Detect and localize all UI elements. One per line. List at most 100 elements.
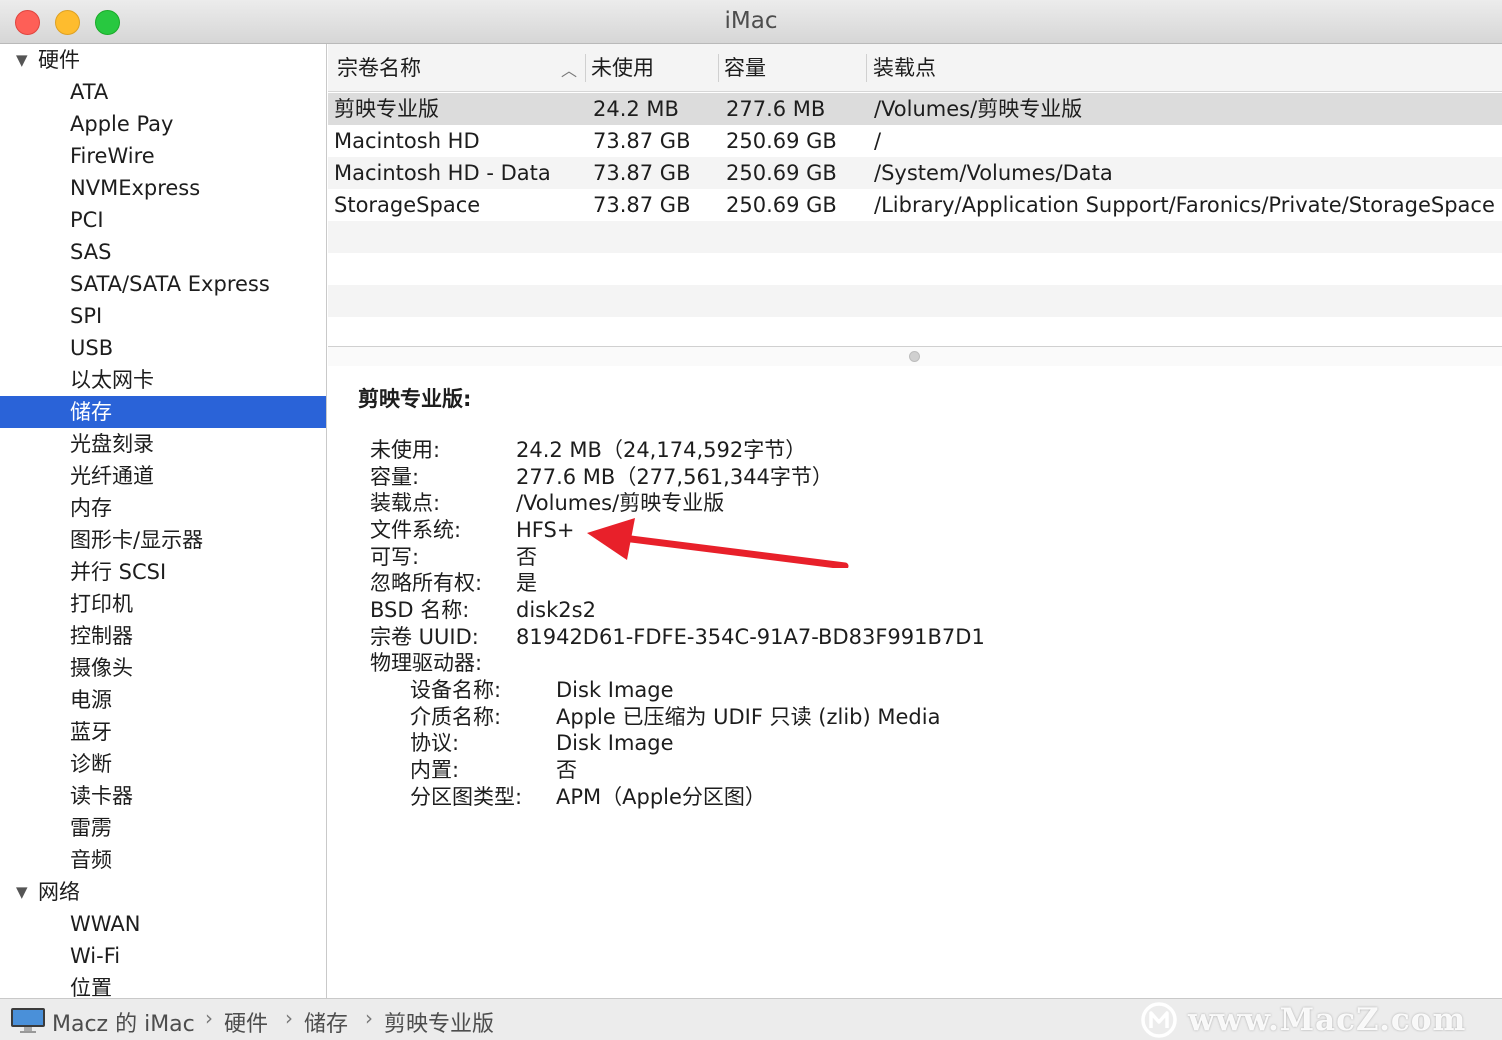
field-value-free: 24.2 MB（24,174,592字节） (516, 438, 807, 462)
cell-volume-name: StorageSpace (334, 193, 481, 217)
cell-mount-point: / (874, 129, 882, 153)
sidebar-item-camera[interactable]: 摄像头 (0, 652, 326, 684)
field-label: 文件系统: (370, 518, 462, 542)
sidebar-item-ethernet[interactable]: 以太网卡 (0, 364, 326, 396)
field-label: 协议: (410, 731, 460, 755)
cell-volume-name: Macintosh HD - Data (334, 161, 551, 185)
sidebar-item-controller[interactable]: 控制器 (0, 620, 326, 652)
field-value-volume-uuid: 81942D61-FDFE-354C-91A7-BD83F991B7D1 (516, 625, 985, 649)
sidebar-item-spi[interactable]: SPI (0, 300, 326, 332)
sidebar-item-ata[interactable]: ATA (0, 76, 326, 108)
field-label: 设备名称: (410, 678, 502, 702)
table-row[interactable]: Macintosh HD 73.87 GB 250.69 GB / (328, 125, 1502, 157)
path-bar: Macz 的 iMac › 硬件 › 储存 › 剪映专业版 www.MacZ.c… (0, 998, 1502, 1040)
cell-volume-name: 剪映专业版 (334, 97, 439, 121)
breadcrumb-hardware[interactable]: 硬件 (224, 1006, 268, 1038)
sidebar-group-label: 硬件 (38, 48, 80, 72)
breadcrumb-computer[interactable]: Macz 的 iMac (52, 1006, 195, 1038)
sidebar-item-diagnostics[interactable]: 诊断 (0, 748, 326, 780)
detail-title: 剪映专业版: (358, 387, 472, 411)
cell-free: 73.87 GB (593, 129, 691, 153)
table-row[interactable]: StorageSpace 73.87 GB 250.69 GB /Library… (328, 189, 1502, 221)
sidebar-item-disc-burning[interactable]: 光盘刻录 (0, 428, 326, 460)
breadcrumb-volume[interactable]: 剪映专业版 (384, 1006, 494, 1038)
sidebar-item-nvmexpress[interactable]: NVMExpress (0, 172, 326, 204)
field-value-partition-map: APM（Apple分区图） (556, 785, 766, 809)
field-label: 介质名称: (410, 705, 502, 729)
cell-mount-point: /Library/Application Support/Faronics/Pr… (874, 193, 1495, 217)
cell-capacity: 250.69 GB (726, 129, 837, 153)
sidebar-item-apple-pay[interactable]: Apple Pay (0, 108, 326, 140)
sidebar-group-label: 网络 (38, 880, 80, 904)
field-value-internal: 否 (556, 758, 577, 782)
sidebar-group-hardware[interactable]: ▼ 硬件 (0, 44, 326, 76)
cell-free: 73.87 GB (593, 193, 691, 217)
window-title: iMac (724, 8, 778, 34)
cell-mount-point: /System/Volumes/Data (874, 161, 1113, 185)
cell-mount-point: /Volumes/剪映专业版 (874, 97, 1083, 121)
disclosure-triangle-icon[interactable]: ▼ (16, 44, 28, 76)
column-header-volume-name[interactable]: 宗卷名称 (337, 44, 421, 92)
sidebar-item-sata[interactable]: SATA/SATA Express (0, 268, 326, 300)
sidebar-item-parallel-scsi[interactable]: 并行 SCSI (0, 556, 326, 588)
field-label: 装载点: (370, 491, 441, 515)
split-view-divider[interactable] (328, 346, 1502, 366)
volumes-table: 宗卷名称 ︿ 未使用 容量 装载点 剪映专业版 24.2 MB 277.6 MB… (328, 44, 1502, 348)
sidebar-item-bluetooth[interactable]: 蓝牙 (0, 716, 326, 748)
chevron-right-icon: › (205, 1006, 213, 1030)
field-label: 可写: (370, 545, 420, 569)
sidebar-item-fibre-channel[interactable]: 光纤通道 (0, 460, 326, 492)
field-label: 容量: (370, 465, 420, 489)
sidebar-item-power[interactable]: 电源 (0, 684, 326, 716)
sidebar-item-usb[interactable]: USB (0, 332, 326, 364)
disclosure-triangle-icon[interactable]: ▼ (16, 876, 28, 908)
empty-table-row (328, 221, 1502, 253)
chevron-right-icon: › (365, 1006, 373, 1030)
column-header-capacity[interactable]: 容量 (724, 44, 766, 92)
sidebar-item-card-reader[interactable]: 读卡器 (0, 780, 326, 812)
empty-table-row (328, 317, 1502, 348)
sidebar-item-wifi[interactable]: Wi-Fi (0, 940, 326, 972)
sidebar-item-graphics[interactable]: 图形卡/显示器 (0, 524, 326, 556)
detail-pane: 剪映专业版: 未使用: 24.2 MB（24,174,592字节） 容量: 27… (328, 366, 1502, 998)
table-row[interactable]: 剪映专业版 24.2 MB 277.6 MB /Volumes/剪映专业版 (328, 93, 1502, 125)
field-value-media-name: Apple 已压缩为 UDIF 只读 (zlib) Media (556, 705, 941, 729)
sidebar-item-audio[interactable]: 音频 (0, 844, 326, 876)
sidebar-item-pci[interactable]: PCI (0, 204, 326, 236)
imac-icon (11, 1008, 45, 1033)
sidebar-item-wwan[interactable]: WWAN (0, 908, 326, 940)
cell-capacity: 250.69 GB (726, 193, 837, 217)
field-value-writable: 否 (516, 545, 537, 569)
field-label: 忽略所有权: (370, 571, 483, 595)
field-value-device-name: Disk Image (556, 678, 674, 702)
chevron-right-icon: › (285, 1006, 293, 1030)
sidebar-item-sas[interactable]: SAS (0, 236, 326, 268)
cell-free: 73.87 GB (593, 161, 691, 185)
breadcrumb-storage[interactable]: 储存 (304, 1006, 348, 1038)
field-value-ignore-ownership: 是 (516, 571, 537, 595)
red-arrow-icon (587, 518, 849, 568)
cell-capacity: 250.69 GB (726, 161, 837, 185)
field-label: 宗卷 UUID: (370, 625, 479, 649)
sidebar-item-location[interactable]: 位置 (0, 972, 326, 998)
splitter-handle-icon[interactable] (909, 351, 920, 362)
cell-volume-name: Macintosh HD (334, 129, 480, 153)
watermark: www.MacZ.com (1140, 1001, 1466, 1039)
sidebar-group-network[interactable]: ▼ 网络 (0, 876, 326, 908)
column-header-mount-point[interactable]: 装载点 (873, 44, 936, 92)
empty-table-row (328, 285, 1502, 317)
sort-ascending-icon[interactable]: ︿ (561, 57, 577, 81)
sidebar-item-thunderbolt[interactable]: 雷雳 (0, 812, 326, 844)
sidebar-item-printers[interactable]: 打印机 (0, 588, 326, 620)
table-row[interactable]: Macintosh HD - Data 73.87 GB 250.69 GB /… (328, 157, 1502, 189)
sidebar-item-storage[interactable]: 储存 (0, 396, 326, 428)
sidebar-item-firewire[interactable]: FireWire (0, 140, 326, 172)
column-header-free[interactable]: 未使用 (591, 44, 654, 92)
sidebar-item-memory[interactable]: 内存 (0, 492, 326, 524)
watermark-text: www.MacZ.com (1188, 1002, 1467, 1038)
title-bar: iMac (0, 0, 1502, 44)
field-value-capacity: 277.6 MB（277,561,344字节） (516, 465, 833, 489)
field-label: 分区图类型: (410, 785, 523, 809)
field-value-mount-point: /Volumes/剪映专业版 (516, 491, 725, 515)
empty-table-row (328, 253, 1502, 285)
